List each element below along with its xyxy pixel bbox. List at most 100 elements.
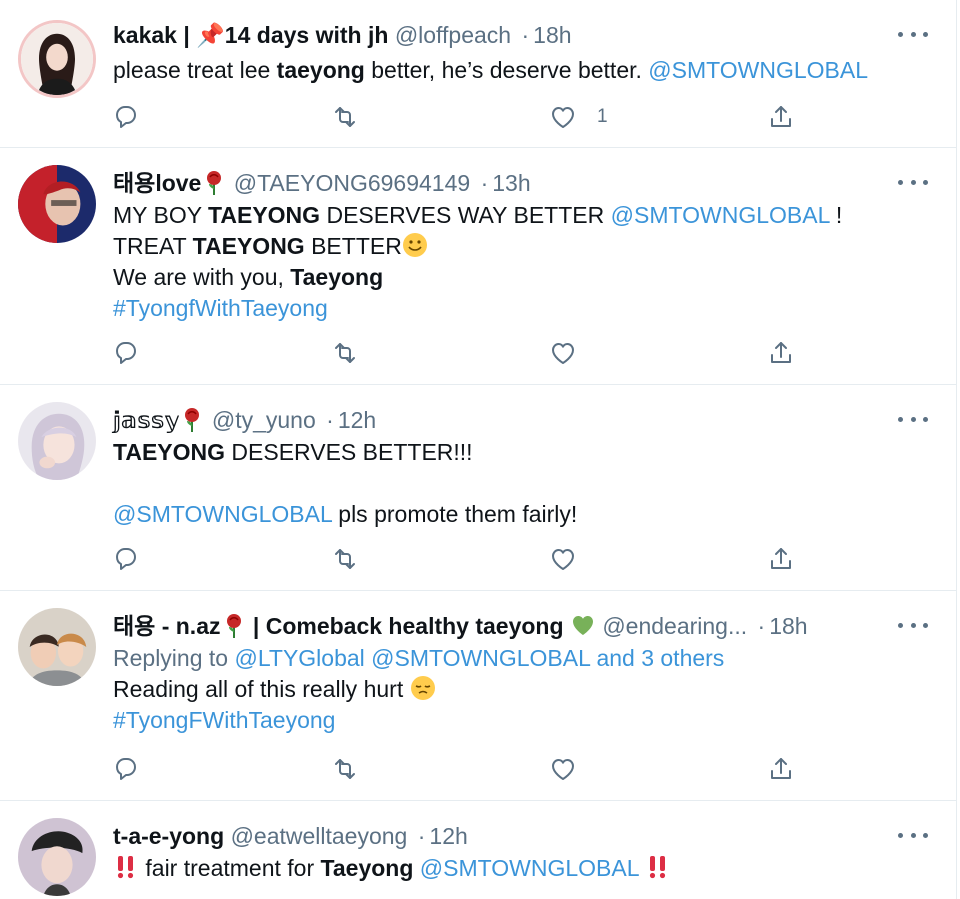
text-run: Reading all of this really hurt <box>113 676 410 702</box>
text-run: better, he’s deserve better. <box>364 57 649 83</box>
like-button[interactable]: 1 <box>549 100 608 134</box>
like-count: 1 <box>597 106 608 127</box>
reply-button[interactable] <box>113 100 141 134</box>
timestamp[interactable]: 13h <box>492 170 530 196</box>
share-icon <box>771 342 791 363</box>
more-icon[interactable] <box>898 613 928 637</box>
share-icon <box>771 548 791 569</box>
separator-dot: · <box>326 407 334 433</box>
retweet-button[interactable] <box>331 752 359 786</box>
tweet-actions <box>113 752 813 786</box>
retweet-icon <box>335 107 355 127</box>
retweet-button[interactable] <box>331 542 359 576</box>
tweet[interactable]: kakak | 📌14 days with jh @loffpeach · 18h… <box>0 0 956 148</box>
tweet-text: fair treatment for Taeyong @SMTOWNGLOBAL <box>113 853 926 884</box>
reply-icon <box>116 758 136 780</box>
reply-icon <box>116 548 136 570</box>
tweet[interactable]: 태용 - n.az | Comeback healthy taeyong @en… <box>0 591 956 801</box>
tweet[interactable]: 태용love @TAEYONG69694149 · 13h MY BOY TAEY… <box>0 148 956 385</box>
more-icon[interactable] <box>898 407 928 431</box>
retweet-icon <box>335 759 355 779</box>
display-name[interactable]: 태용 - n.az | Comeback healthy taeyong <box>113 613 596 639</box>
display-name[interactable]: 태용love <box>113 170 227 196</box>
avatar[interactable] <box>18 20 96 98</box>
avatar[interactable] <box>18 165 96 243</box>
display-name[interactable]: t-a-e-yong <box>113 823 224 849</box>
share-icon <box>771 106 791 127</box>
tweet-feed: kakak | 📌14 days with jh @loffpeach · 18h… <box>0 0 957 899</box>
mention-link[interactable]: @SMTOWNGLOBAL <box>113 501 332 527</box>
hashtag-link[interactable]: #TyongfWithTaeyong <box>113 295 328 321</box>
tweet-header: 태용love @TAEYONG69694149 · 13h <box>113 168 896 198</box>
text-run-bold: TAEYONG <box>208 202 321 228</box>
rose-icon <box>226 614 241 638</box>
reply-button[interactable] <box>113 542 141 576</box>
timestamp[interactable]: 12h <box>429 823 467 849</box>
text-run: DESERVES WAY BETTER <box>320 202 611 228</box>
share-button[interactable] <box>767 752 795 786</box>
separator-dot: · <box>521 22 530 48</box>
retweet-button[interactable] <box>331 336 359 370</box>
avatar[interactable] <box>18 402 96 480</box>
tweet-actions <box>113 542 813 576</box>
like-button[interactable] <box>549 752 577 786</box>
like-button[interactable] <box>549 336 577 370</box>
display-name-text: | Comeback healthy taeyong <box>246 613 570 639</box>
user-handle[interactable]: @TAEYONG69694149 <box>234 170 470 196</box>
text-run-bold: Taeyong <box>290 264 384 290</box>
tweet-text: please treat lee taeyong better, he’s de… <box>113 55 926 86</box>
reply-button[interactable] <box>113 752 141 786</box>
avatar[interactable] <box>18 818 96 896</box>
double-exclamation-icon <box>649 856 666 879</box>
like-button[interactable] <box>549 542 577 576</box>
reply-icon <box>116 106 136 128</box>
retweet-button[interactable] <box>331 100 359 134</box>
tweet-header: 태용 - n.az | Comeback healthy taeyong @en… <box>113 611 896 641</box>
share-button[interactable] <box>767 336 795 370</box>
separator-dot: · <box>417 823 426 849</box>
text-run: pls promote them fairly! <box>331 501 578 527</box>
text-run: fair treatment for <box>139 855 321 881</box>
mention-link[interactable]: @SMTOWNGLOBAL <box>611 202 830 228</box>
retweet-icon <box>335 343 355 363</box>
share-button[interactable] <box>767 542 795 576</box>
share-icon <box>771 758 791 779</box>
more-icon[interactable] <box>898 22 928 46</box>
text-run-bold: taeyong <box>276 57 365 83</box>
more-icon[interactable] <box>898 823 928 847</box>
replying-to-users-link[interactable]: @LTYGlobal @SMTOWNGLOBAL and 3 others <box>234 645 724 671</box>
tweet-header: kakak | 📌14 days with jh @loffpeach · 18h <box>113 20 896 50</box>
user-handle[interactable]: @eatwelltaeyong <box>231 823 408 849</box>
share-button[interactable] <box>767 100 795 134</box>
tweet[interactable]: t-a-e-yong @eatwelltaeyong · 12h fair tre… <box>0 801 956 899</box>
tweet-header: t-a-e-yong @eatwelltaeyong · 12h <box>113 821 896 851</box>
timestamp[interactable]: 12h <box>338 407 376 433</box>
user-handle[interactable]: @endearing... <box>602 613 747 639</box>
timestamp[interactable]: 18h <box>533 22 571 48</box>
rose-icon <box>207 171 222 195</box>
replying-to-label: Replying to <box>113 645 235 671</box>
double-exclamation-icon <box>117 856 134 879</box>
text-run: We are with you, <box>113 264 291 290</box>
user-handle[interactable]: @loffpeach <box>395 22 511 48</box>
tweet-text: MY BOY TAEYONG DESERVES WAY BETTER @SMTO… <box>113 200 926 324</box>
green-heart-icon <box>572 616 593 635</box>
timestamp[interactable]: 18h <box>769 613 807 639</box>
reply-button[interactable] <box>113 336 141 370</box>
avatar[interactable] <box>18 608 96 686</box>
mention-link[interactable]: @SMTOWNGLOBAL <box>420 855 639 881</box>
user-handle[interactable]: @ty_yuno <box>212 407 316 433</box>
like-icon <box>552 549 574 570</box>
mention-link[interactable]: @SMTOWNGLOBAL <box>648 57 868 83</box>
more-icon[interactable] <box>898 170 928 194</box>
tweet[interactable]: 𝕛𝕒𝕤𝕤𝕪 @ty_yuno · 12h TAEYONG DESERVES BET… <box>0 385 956 591</box>
text-run-bold: Taeyong <box>320 855 414 881</box>
separator-dot: · <box>480 170 489 196</box>
display-name[interactable]: kakak | 📌14 days with jh <box>113 22 388 48</box>
tweet-actions <box>113 336 813 370</box>
text-run: MY BOY <box>113 202 209 228</box>
display-name[interactable]: 𝕛𝕒𝕤𝕤𝕪 <box>113 407 205 433</box>
display-name-text: 태용 - n.az <box>113 613 221 639</box>
hashtag-link[interactable]: #TyongFWithTaeyong <box>113 707 335 733</box>
